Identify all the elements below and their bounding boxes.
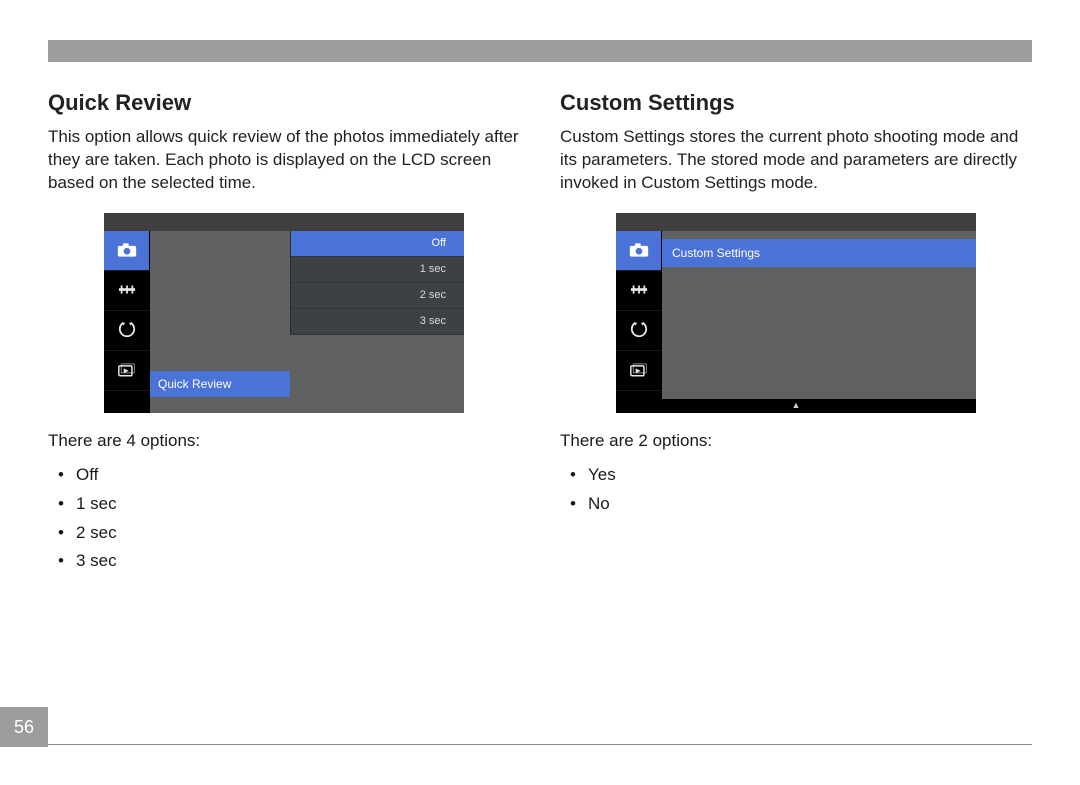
lcd-body: Custom Settings [616,231,976,399]
flash-tab-icon [616,311,661,351]
content-columns: Quick Review This option allows quick re… [48,90,1032,576]
lcd-header [616,213,976,231]
quick-review-options-dropdown: Off 1 sec 2 sec 3 sec [290,231,464,335]
lcd-screenshot-quick-review: Off 1 sec 2 sec 3 sec Quick Review [104,213,464,413]
page-number: 56 [0,707,48,747]
section-heading: Custom Settings [560,90,1032,116]
flash-tab-icon [104,311,149,351]
dropdown-option: 3 sec [291,309,464,335]
selected-menu-item: Quick Review [150,371,290,397]
camera-tab-icon [616,231,661,271]
left-column: Quick Review This option allows quick re… [48,90,520,576]
page-footer: 56 [0,707,1080,747]
lcd-footer: ▲ [616,399,976,413]
section-heading: Quick Review [48,90,520,116]
manual-page: Quick Review This option allows quick re… [0,0,1080,785]
selected-menu-item: Custom Settings [662,239,976,267]
options-intro: There are 2 options: [560,431,1032,451]
section-body: This option allows quick review of the p… [48,126,520,195]
menu-tab-column [616,231,662,399]
list-item: Off [76,461,520,490]
list-item: 3 sec [76,547,520,576]
menu-content: Off 1 sec 2 sec 3 sec Quick Review [150,231,464,413]
menu-tab-column [104,231,150,413]
list-item: 1 sec [76,490,520,519]
header-bar [48,40,1032,62]
lcd-body: Off 1 sec 2 sec 3 sec Quick Review [104,231,464,413]
camera-tab-icon [104,231,149,271]
settings-tab-icon [104,271,149,311]
section-body: Custom Settings stores the current photo… [560,126,1032,195]
list-item: Yes [588,461,1032,490]
options-list: Off 1 sec 2 sec 3 sec [48,461,520,577]
list-item: No [588,490,1032,519]
list-item: 2 sec [76,519,520,548]
dropdown-option: Off [291,231,464,257]
dropdown-option: 2 sec [291,283,464,309]
up-triangle-icon: ▲ [792,401,801,410]
footer-rule [48,744,1032,745]
right-column: Custom Settings Custom Settings stores t… [560,90,1032,576]
menu-content: Custom Settings [662,231,976,399]
playback-tab-icon [104,351,149,391]
options-intro: There are 4 options: [48,431,520,451]
dropdown-option: 1 sec [291,257,464,283]
playback-tab-icon [616,351,661,391]
lcd-header [104,213,464,231]
settings-tab-icon [616,271,661,311]
options-list: Yes No [560,461,1032,519]
lcd-screenshot-custom-settings: Custom Settings ▲ [616,213,976,413]
